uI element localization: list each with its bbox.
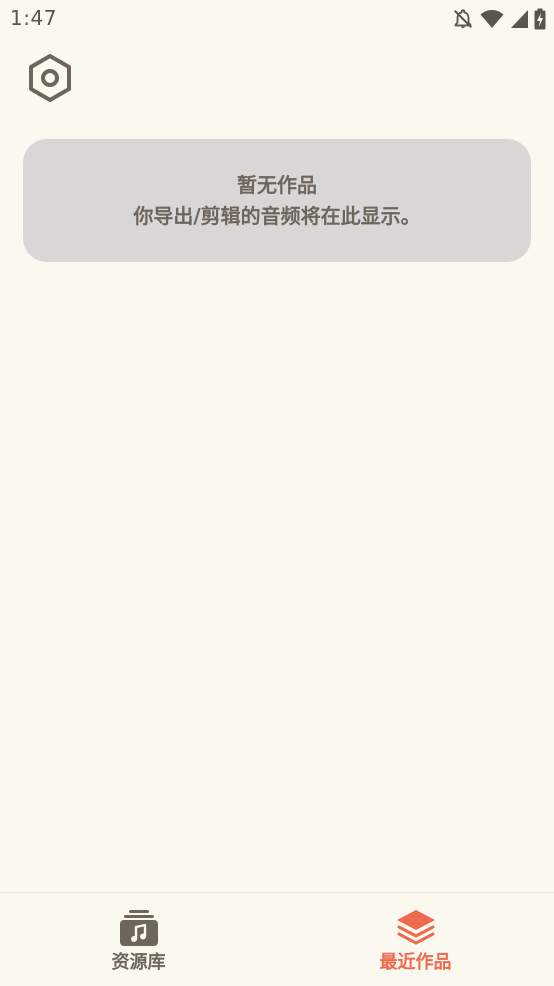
battery-charging-icon [534,8,546,30]
empty-state-subtitle: 你导出/剪辑的音频将在此显示。 [133,203,421,228]
hexagon-settings-icon [27,53,73,107]
nav-item-recent-works[interactable]: 最近作品 [277,893,554,986]
signal-icon [510,9,528,29]
status-icons [452,7,546,31]
empty-state-title: 暂无作品 [237,172,317,197]
layers-icon [394,907,438,949]
status-bar: 1:47 [0,0,554,38]
settings-button[interactable] [24,54,76,106]
bell-off-icon [452,8,474,30]
wifi-icon [480,9,504,29]
music-library-icon [117,907,161,949]
nav-label-recent-works: 最近作品 [379,952,452,973]
bottom-navigation: 资源库 最近作品 [0,892,554,986]
nav-label-library: 资源库 [111,952,166,973]
empty-state-card: 暂无作品 你导出/剪辑的音频将在此显示。 [23,139,531,262]
nav-item-library[interactable]: 资源库 [0,893,277,986]
status-time: 1:47 [10,6,57,30]
